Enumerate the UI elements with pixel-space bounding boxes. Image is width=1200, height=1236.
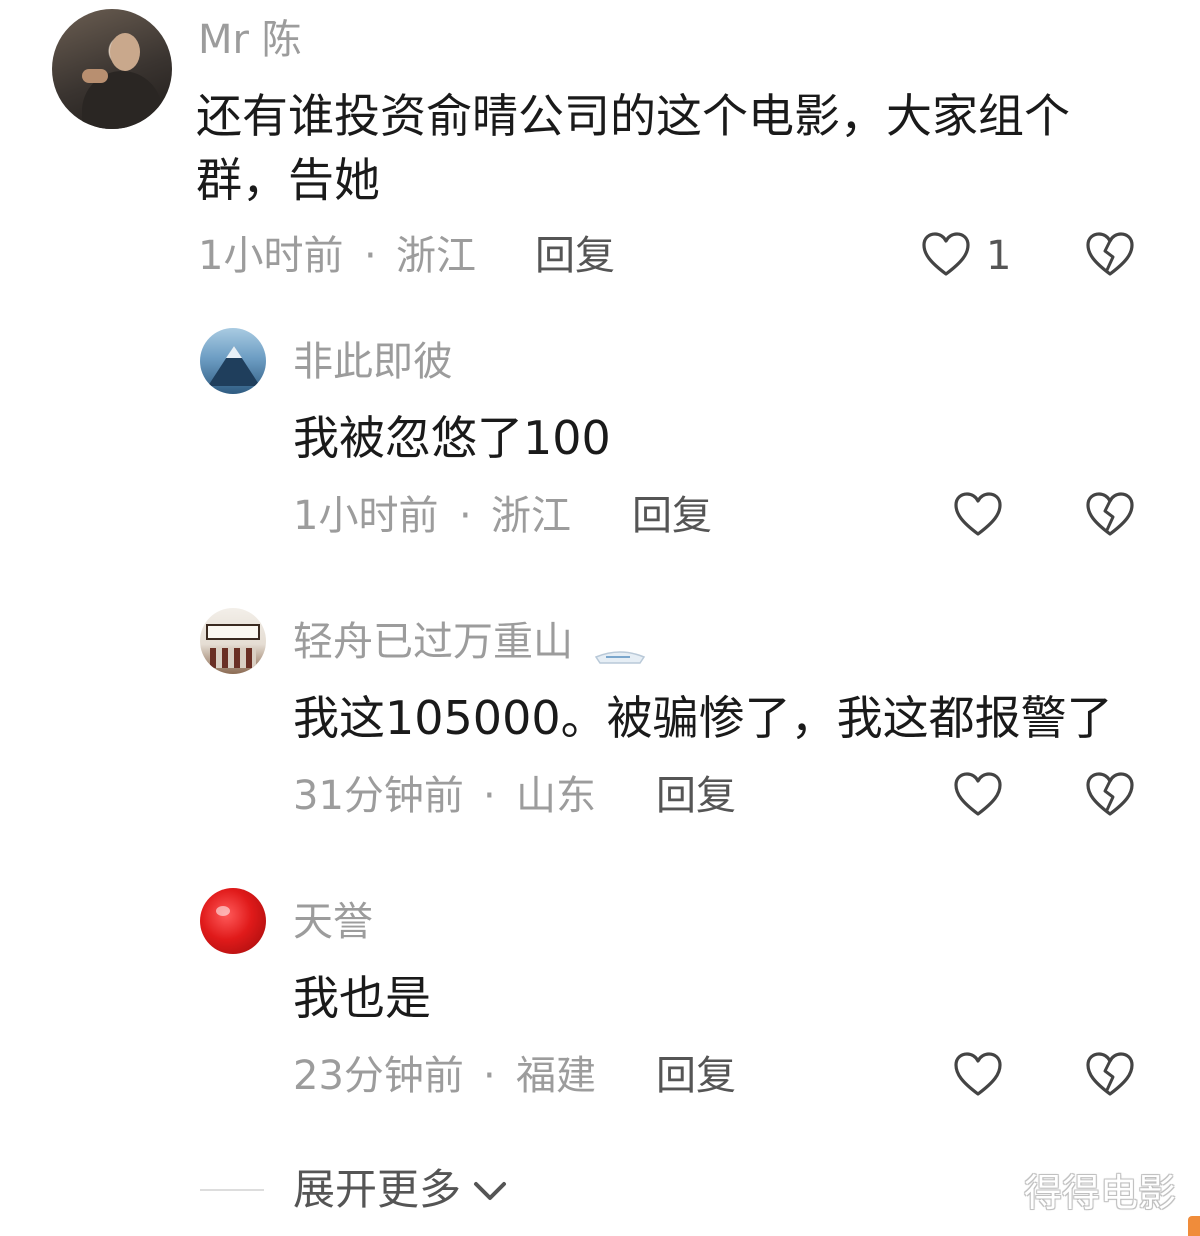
avatar[interactable]	[200, 608, 266, 674]
comment-text: 我也是	[293, 971, 431, 1025]
comment-time: 23分钟前	[293, 1053, 464, 1099]
broken-heart-icon[interactable]	[1084, 490, 1136, 538]
heart-outline-icon[interactable]	[952, 490, 1004, 538]
comment-text-line: 还有谁投资俞晴公司的这个电影，大家组个	[196, 89, 1070, 143]
avatar[interactable]	[200, 888, 266, 954]
avatar-plaque-pillars	[210, 648, 256, 668]
reply-button[interactable]: 回复	[656, 772, 736, 820]
username[interactable]: 轻舟已过万重山	[293, 618, 573, 666]
watermark: 得得电影	[1024, 1171, 1177, 1215]
comment-text: 我被忽悠了100	[293, 411, 611, 465]
expand-divider	[200, 1189, 264, 1191]
avatar[interactable]	[200, 328, 266, 394]
username[interactable]: Mr 陈	[198, 16, 302, 64]
boat-badge-icon	[594, 645, 646, 667]
comment-location: 浙江	[491, 493, 571, 539]
avatar-face	[110, 33, 140, 71]
username[interactable]: 天誉	[293, 898, 373, 946]
comment-time: 1小时前	[198, 233, 344, 279]
like-count: 1	[986, 233, 1012, 279]
broken-heart-icon[interactable]	[1084, 770, 1136, 818]
comment-location: 福建	[516, 1053, 596, 1099]
avatar-hand	[82, 69, 108, 83]
comment-time: 31分钟前	[293, 773, 464, 819]
reply-button[interactable]: 回复	[535, 232, 615, 280]
reply-button[interactable]: 回复	[656, 1052, 736, 1100]
comment-text: 我这105000。被骗惨了，我这都报警了	[293, 691, 1113, 745]
username[interactable]: 非此即彼	[293, 338, 453, 386]
heart-outline-icon[interactable]	[920, 230, 972, 278]
broken-heart-icon[interactable]	[1084, 230, 1136, 278]
comment-text-line: 群，告她	[196, 153, 380, 207]
heart-outline-icon[interactable]	[952, 770, 1004, 818]
meta-separator: ·	[459, 493, 472, 539]
avatar-apple-shine	[216, 906, 230, 916]
comment-time: 1小时前	[293, 493, 439, 539]
comment-location: 浙江	[396, 233, 476, 279]
expand-more-button[interactable]: 展开更多	[293, 1164, 461, 1216]
avatar-plaque-board	[206, 624, 260, 640]
meta-separator: ·	[483, 1053, 496, 1099]
broken-heart-icon[interactable]	[1084, 1050, 1136, 1098]
reply-button[interactable]: 回复	[632, 492, 712, 540]
chevron-down-icon[interactable]	[470, 1172, 510, 1212]
comment-location: 山东	[516, 773, 596, 819]
avatar[interactable]	[52, 9, 172, 129]
meta-separator: ·	[364, 233, 377, 279]
heart-outline-icon[interactable]	[952, 1050, 1004, 1098]
corner-mark	[1188, 1216, 1200, 1236]
comment-thread: Mr 陈 还有谁投资俞晴公司的这个电影，大家组个 群，告她 1小时前 · 浙江 …	[0, 0, 1200, 1236]
meta-separator: ·	[483, 773, 496, 819]
avatar-mountain-snow	[226, 346, 242, 358]
